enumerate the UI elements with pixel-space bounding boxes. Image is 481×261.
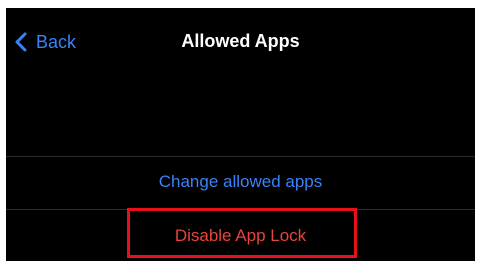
divider xyxy=(6,209,475,210)
page-title: Allowed Apps xyxy=(181,31,300,51)
change-allowed-apps-button[interactable]: Change allowed apps xyxy=(6,171,475,193)
disable-app-lock-button[interactable]: Disable App Lock xyxy=(6,225,475,247)
allowed-apps-screen: Back Allowed Apps Change allowed apps Di… xyxy=(6,8,475,261)
navigation-bar: Back Allowed Apps xyxy=(6,8,475,78)
divider xyxy=(6,156,475,157)
